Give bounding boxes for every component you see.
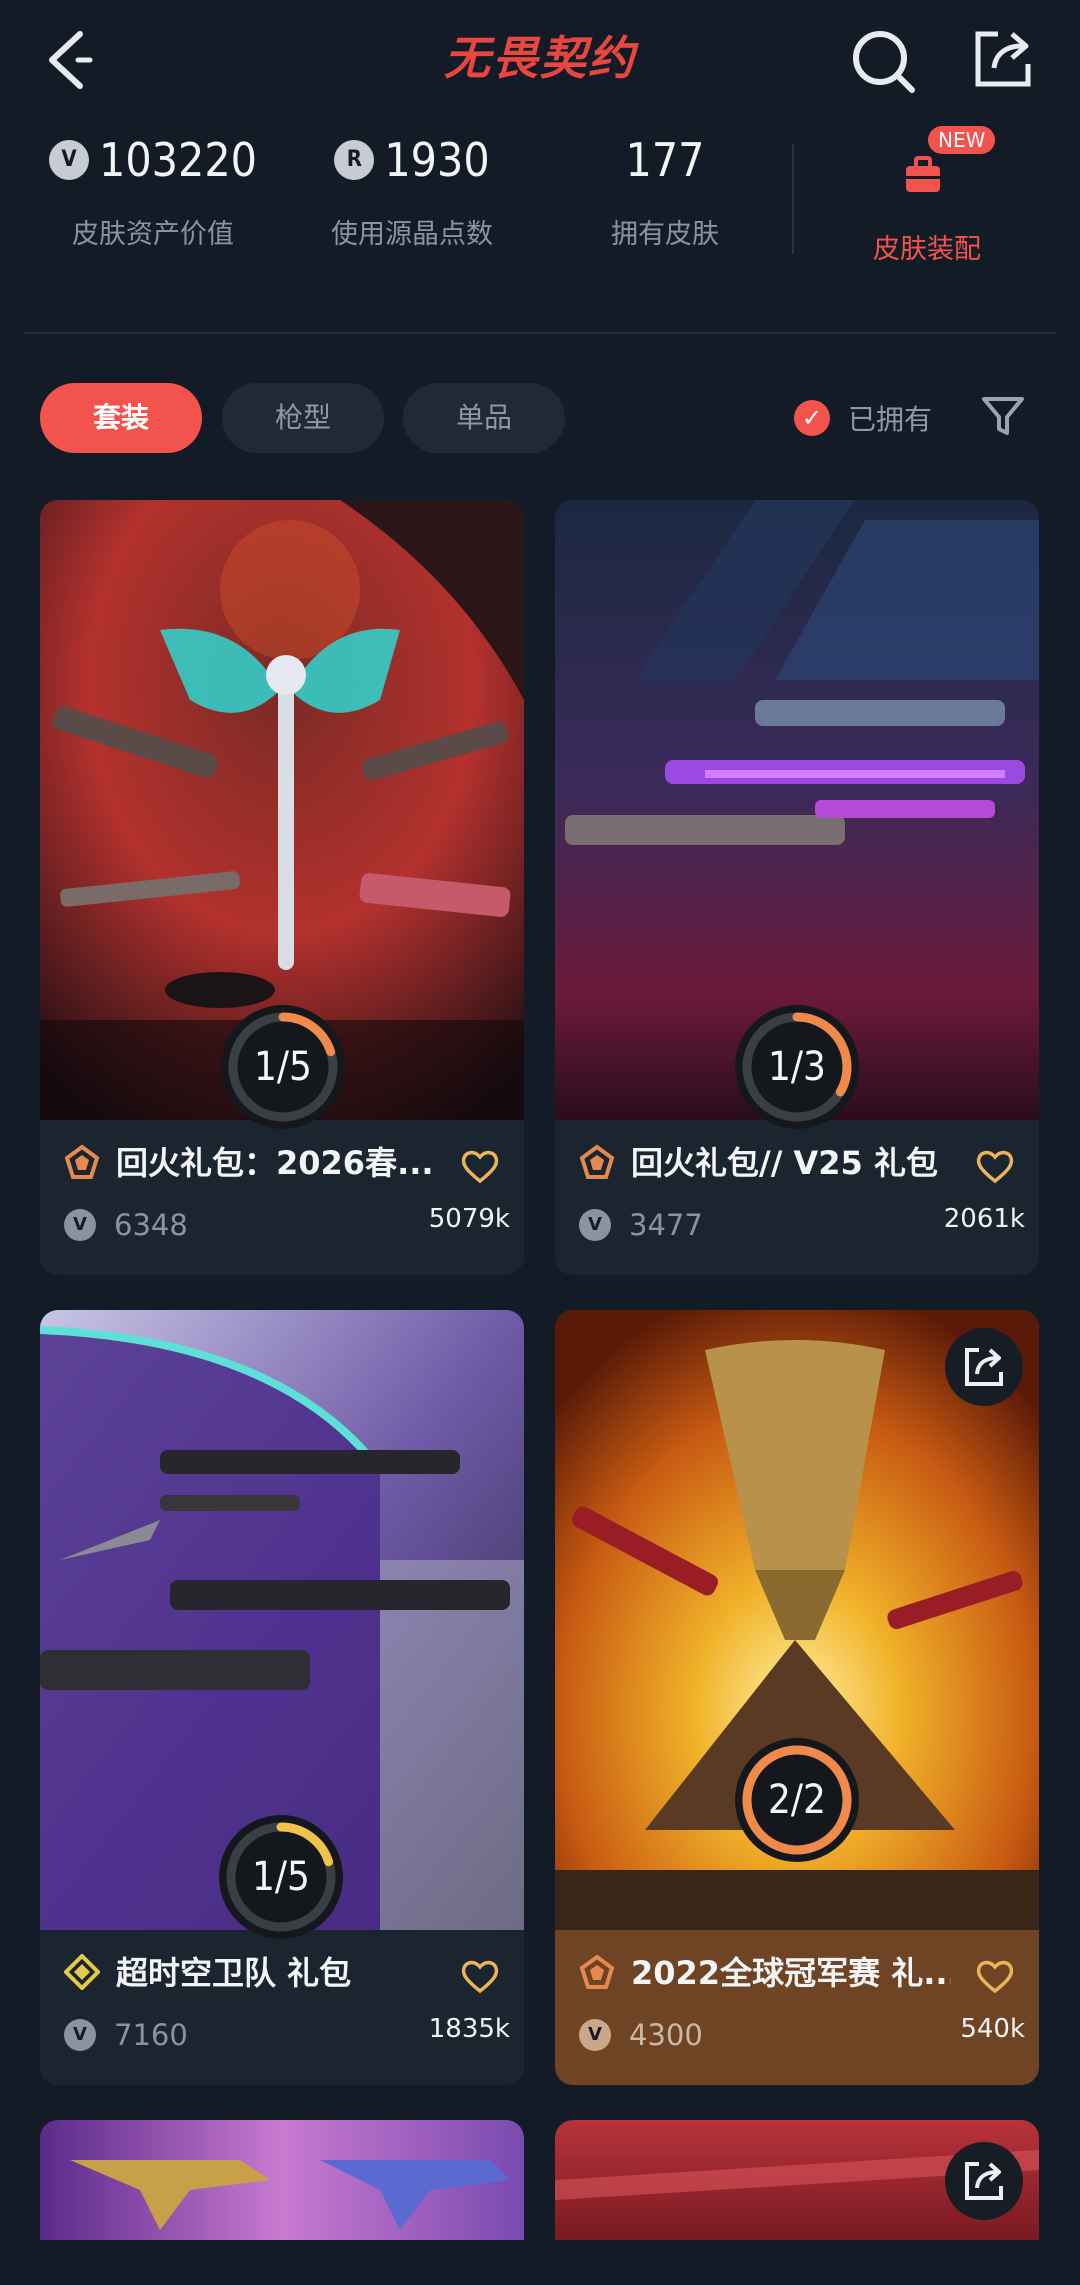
heart-icon[interactable] xyxy=(975,1958,1015,1994)
owned-filter-toggle[interactable]: ✓ 已拥有 xyxy=(794,383,932,453)
owned-count: 1/3 xyxy=(768,1044,826,1090)
owned-progress-ring: 1/5 xyxy=(218,1002,348,1132)
like-count: 1835k xyxy=(428,2014,510,2044)
premium-tier-icon xyxy=(579,1954,615,1989)
share-icon[interactable] xyxy=(972,28,1034,90)
like-count: 2061k xyxy=(943,1204,1025,1234)
share-button[interactable] xyxy=(945,1328,1023,1406)
stat-asset-value: V 103220 皮肤资产价值 xyxy=(48,130,258,280)
vp-coin-icon: V xyxy=(579,1209,611,1241)
bundle-card[interactable]: 1/5 回火礼包：2026春... V 6348 5079k xyxy=(40,500,524,1275)
like-count: 5079k xyxy=(428,1204,510,1234)
share-button[interactable] xyxy=(945,2142,1023,2220)
card-price: V 3477 xyxy=(579,1208,703,1242)
tab-bundles[interactable]: 套装 xyxy=(40,383,202,453)
stat-label: 皮肤资产价值 xyxy=(72,219,234,250)
tab-single-item[interactable]: 单品 xyxy=(403,383,565,453)
filter-icon[interactable] xyxy=(980,393,1026,439)
heart-icon[interactable] xyxy=(460,1958,500,1994)
back-icon[interactable] xyxy=(38,28,98,92)
card-info: 回火礼包：2026春... V 6348 5079k xyxy=(40,1120,524,1275)
owned-progress-ring: 2/2 xyxy=(732,1735,862,1865)
card-title: 2022全球冠军赛 礼... xyxy=(631,1954,951,1992)
owned-count: 1/5 xyxy=(254,1044,312,1090)
top-bar: 无畏契约 xyxy=(0,0,1080,125)
heart-icon[interactable] xyxy=(460,1148,500,1184)
owned-count: 2/2 xyxy=(768,1777,826,1823)
like-count: 540k xyxy=(960,2014,1025,2044)
divider xyxy=(792,144,794,254)
radianite-coin-icon: R xyxy=(334,140,375,180)
vp-coin-icon: V xyxy=(64,1209,96,1241)
price-value: 4300 xyxy=(629,2018,703,2052)
stat-value: 103220 xyxy=(99,133,257,187)
card-price: V 7160 xyxy=(64,2018,188,2052)
divider xyxy=(24,332,1056,334)
select-tier-icon xyxy=(64,1954,100,1990)
card-info: 回火礼包// V25 礼包 V 3477 2061k xyxy=(555,1120,1039,1275)
stat-value: 1930 xyxy=(384,133,490,187)
vp-coin-icon: V xyxy=(49,140,90,180)
card-info: 2022全球冠军赛 礼... V 4300 540k xyxy=(555,1930,1039,2085)
search-icon[interactable] xyxy=(850,28,916,94)
bundle-card[interactable]: 2/2 2022全球冠军赛 礼... V 4300 540k xyxy=(555,1310,1039,2085)
price-value: 7160 xyxy=(114,2018,188,2052)
toolbox-icon xyxy=(906,156,940,192)
share-icon xyxy=(965,2162,1003,2200)
vp-coin-icon: V xyxy=(579,2019,611,2051)
stat-label: 使用源晶点数 xyxy=(331,219,493,250)
bundle-card[interactable] xyxy=(555,2120,1039,2240)
stat-radianite: R 1930 使用源晶点数 xyxy=(312,130,512,280)
card-title: 回火礼包：2026春... xyxy=(116,1144,434,1182)
category-tabs: 套装 枪型 单品 ✓ 已拥有 xyxy=(0,383,1080,453)
app-logo-title: 无畏契约 xyxy=(444,31,636,85)
stat-value: 177 xyxy=(625,133,705,187)
tab-weapon-type[interactable]: 枪型 xyxy=(222,383,384,453)
check-icon: ✓ xyxy=(794,400,830,436)
card-price: V 4300 xyxy=(579,2018,703,2052)
price-value: 3477 xyxy=(629,1208,703,1242)
bundle-card[interactable]: 1/3 回火礼包// V25 礼包 V 3477 2061k xyxy=(555,500,1039,1275)
card-title: 超时空卫队 礼包 xyxy=(116,1954,352,1992)
stat-label: 拥有皮肤 xyxy=(611,219,719,250)
skin-equip-button[interactable]: NEW 皮肤装配 xyxy=(842,122,1012,272)
premium-tier-icon xyxy=(64,1144,100,1179)
card-info: 超时空卫队 礼包 V 7160 1835k xyxy=(40,1930,524,2085)
heart-icon[interactable] xyxy=(975,1148,1015,1184)
bundle-card[interactable]: 1/5 超时空卫队 礼包 V 7160 1835k xyxy=(40,1310,524,2085)
share-icon xyxy=(965,1348,1003,1386)
price-value: 6348 xyxy=(114,1208,188,1242)
premium-tier-icon xyxy=(579,1144,615,1179)
owned-count: 1/5 xyxy=(252,1854,310,1900)
owned-label: 已拥有 xyxy=(848,403,933,436)
card-title: 回火礼包// V25 礼包 xyxy=(631,1144,938,1182)
stat-owned-skins: 177 拥有皮肤 xyxy=(570,130,760,280)
new-badge: NEW xyxy=(928,126,996,154)
owned-progress-ring: 1/3 xyxy=(732,1002,862,1132)
owned-progress-ring: 1/5 xyxy=(216,1812,346,1942)
card-price: V 6348 xyxy=(64,1208,188,1242)
bundle-card[interactable] xyxy=(40,2120,524,2240)
vp-coin-icon: V xyxy=(64,2019,96,2051)
bundle-image xyxy=(40,2120,524,2240)
equip-label: 皮肤装配 xyxy=(873,234,981,265)
